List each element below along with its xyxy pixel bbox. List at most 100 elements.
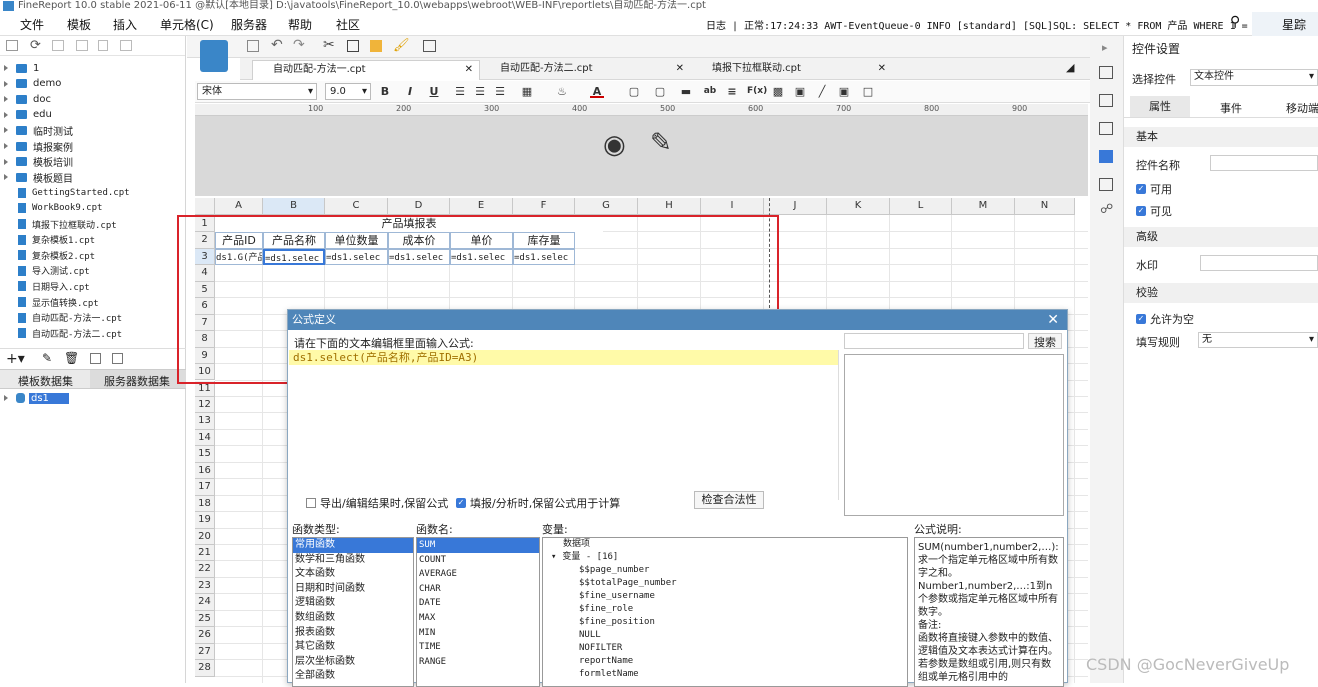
func-type-item[interactable]: 文本函数 [293, 567, 413, 582]
expand-arrow-icon[interactable] [4, 158, 8, 165]
search-icon[interactable]: ⚲ [1230, 14, 1240, 30]
section-basic[interactable]: 基本 [1124, 127, 1318, 147]
menu-help[interactable]: 帮助 [288, 16, 312, 33]
tree-folder[interactable]: edu [4, 107, 52, 123]
tree-file[interactable]: 复杂模板1.cpt [4, 232, 95, 248]
column-header[interactable]: N [1015, 198, 1075, 215]
control-type-select[interactable]: 文本控件 ▾ [1190, 69, 1318, 86]
link-icon[interactable]: ☍ [1100, 202, 1113, 217]
column-header[interactable]: K [827, 198, 890, 215]
save-icon[interactable] [247, 40, 259, 52]
search-results[interactable] [844, 354, 1064, 516]
func-name-item[interactable]: TIME [417, 640, 539, 655]
row-header[interactable]: 23 [195, 577, 215, 595]
visible-checkbox[interactable]: ✓ 可见 [1136, 203, 1172, 219]
checkbox-checked[interactable]: ✓ [1136, 314, 1146, 324]
expand-arrow-icon[interactable] [4, 96, 8, 103]
align-right-icon[interactable]: ☰ [493, 85, 507, 98]
func-name-item[interactable]: CHAR [417, 582, 539, 597]
preview-dataset-icon[interactable] [90, 353, 101, 364]
tree-folder[interactable]: 填报案例 [4, 138, 73, 154]
expand-arrow-icon[interactable] [4, 65, 8, 71]
row-header[interactable]: 24 [195, 594, 215, 611]
column-header[interactable]: I [701, 198, 764, 215]
user-name[interactable]: 星踪 [1252, 12, 1318, 36]
variable-item[interactable]: $fine_role [543, 603, 907, 616]
format-painter-icon[interactable]: 🖌 [393, 38, 410, 53]
expand-arrow-icon[interactable] [4, 127, 8, 134]
row-header[interactable]: 13 [195, 413, 215, 430]
cell-attr-icon[interactable] [1099, 66, 1113, 79]
tree-file[interactable]: WorkBook9.cpt [4, 200, 102, 216]
menu-template[interactable]: 模板 [67, 16, 91, 33]
tab-properties[interactable]: 属性 [1130, 96, 1190, 117]
param-icon[interactable] [112, 353, 123, 364]
column-header[interactable]: M [952, 198, 1015, 215]
fill-rule-select[interactable]: 无 ▾ [1198, 332, 1318, 348]
slash-icon[interactable]: ╱ [815, 85, 829, 98]
fill-color-icon[interactable]: ♨ [555, 85, 569, 98]
expand-arrow-icon[interactable] [4, 395, 8, 401]
cell-element-icon[interactable] [1099, 94, 1113, 107]
column-header[interactable]: C [325, 198, 388, 215]
expand-arrow-icon[interactable] [4, 174, 8, 181]
corner-cell[interactable] [195, 198, 215, 215]
template-param-icon[interactable] [423, 40, 436, 52]
func-type-item[interactable]: 常用函数 [293, 538, 413, 553]
tree-folder[interactable]: 模板培训 [4, 154, 73, 170]
font-color-icon[interactable]: A [590, 85, 604, 98]
align-center-icon[interactable]: ☰ [473, 85, 487, 98]
widget-icon[interactable] [1099, 150, 1113, 163]
func-name-item[interactable]: DATE [417, 596, 539, 611]
paste-icon[interactable] [370, 40, 382, 52]
row-header[interactable]: 12 [195, 396, 215, 414]
row-header[interactable]: 27 [195, 643, 215, 661]
search-button[interactable]: 搜索 [1028, 333, 1062, 349]
control-name-input[interactable] [1210, 155, 1318, 171]
column-header[interactable]: H [638, 198, 701, 215]
tree-folder[interactable]: demo [4, 76, 61, 92]
tree-folder[interactable]: 1 [4, 60, 39, 76]
tree-folder[interactable]: doc [4, 91, 51, 107]
section-advanced[interactable]: 高级 [1124, 227, 1318, 247]
variable-item[interactable]: NULL [543, 629, 907, 642]
hidden-eye-icon[interactable]: ◉ [603, 130, 626, 160]
func-type-item[interactable]: 报表函数 [293, 626, 413, 641]
chart-icon[interactable]: ▩ [771, 85, 785, 98]
func-name-item[interactable]: RANGE [417, 655, 539, 670]
expand-arrow-icon[interactable] [4, 80, 8, 87]
log-status[interactable]: 日志 | 正常:17:24:33 AWT-EventQueue-0 INFO [… [706, 17, 1296, 32]
menu-community[interactable]: 社区 [336, 16, 360, 33]
new-folder-icon[interactable] [6, 40, 18, 51]
row-header[interactable]: 21 [195, 545, 215, 562]
column-header[interactable]: F [513, 198, 575, 215]
collapse-icon[interactable]: ▾ [551, 552, 556, 562]
checkbox-checked[interactable]: ✓ [456, 498, 466, 508]
tab-file-3[interactable]: 填报下拉框联动.cpt ✕ [692, 60, 892, 80]
tab-mobile[interactable]: 移动端 [1286, 100, 1318, 116]
row-header[interactable]: 16 [195, 462, 215, 480]
column-header[interactable]: B [263, 198, 325, 215]
tree-file[interactable]: 日期导入.cpt [4, 278, 90, 294]
edit-icon[interactable] [76, 40, 88, 51]
menu-file[interactable]: 文件 [20, 16, 44, 33]
wrap-icon[interactable]: ≡ [725, 85, 739, 98]
tree-file[interactable]: 显示值转换.cpt [4, 294, 99, 310]
condition-icon[interactable] [1099, 122, 1113, 135]
func-type-item[interactable]: 日期和时间函数 [293, 582, 413, 597]
pencil-icon[interactable]: ✎ [650, 128, 672, 158]
new-template-button[interactable] [200, 40, 228, 72]
copy-toolbar-icon[interactable] [347, 40, 359, 52]
check-validity-button[interactable]: 检查合法性 [694, 491, 764, 509]
font-size-select[interactable]: 9.0 ▾ [325, 83, 371, 100]
expand-arrow-icon[interactable] [4, 143, 8, 149]
collapse-arrow-icon[interactable]: ▸ [1102, 41, 1108, 54]
close-icon[interactable]: ✕ [1047, 312, 1059, 328]
formula-editor[interactable]: ds1.select(产品名称,产品ID=A3) [289, 350, 839, 500]
tab-file-2[interactable]: 自动匹配-方法二.cpt ✕ [480, 60, 690, 80]
func-type-item[interactable]: 层次坐标函数 [293, 655, 413, 670]
func-name-item[interactable]: COUNT [417, 553, 539, 568]
tab-server-dataset[interactable]: 服务器数据集 [104, 373, 170, 389]
delete-icon[interactable] [98, 40, 108, 51]
column-header[interactable]: A [215, 198, 263, 215]
